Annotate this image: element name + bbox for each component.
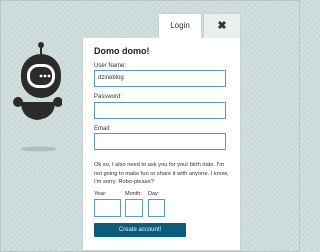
day-field[interactable] (148, 199, 165, 217)
username-label: User Name: (94, 63, 127, 69)
form-title: Domo domo! (94, 46, 150, 56)
robot-icon (12, 40, 62, 152)
tab-login[interactable]: Login (158, 13, 202, 39)
year-label: Year: (94, 191, 107, 197)
close-icon[interactable]: ✖ (203, 13, 241, 39)
password-field[interactable] (94, 102, 226, 119)
username-field[interactable]: dzineblog (94, 70, 226, 87)
email-field[interactable] (94, 133, 226, 150)
create-account-button[interactable]: Create account! (94, 223, 186, 237)
email-label: Email: (94, 126, 111, 132)
birthdate-note: Ok so, I also need to ask you for your b… (94, 162, 229, 186)
month-field[interactable] (125, 199, 143, 217)
month-label: Month: (125, 191, 142, 197)
day-label: Day: (148, 191, 160, 197)
year-field[interactable] (94, 199, 121, 217)
password-label: Password: (94, 94, 123, 100)
